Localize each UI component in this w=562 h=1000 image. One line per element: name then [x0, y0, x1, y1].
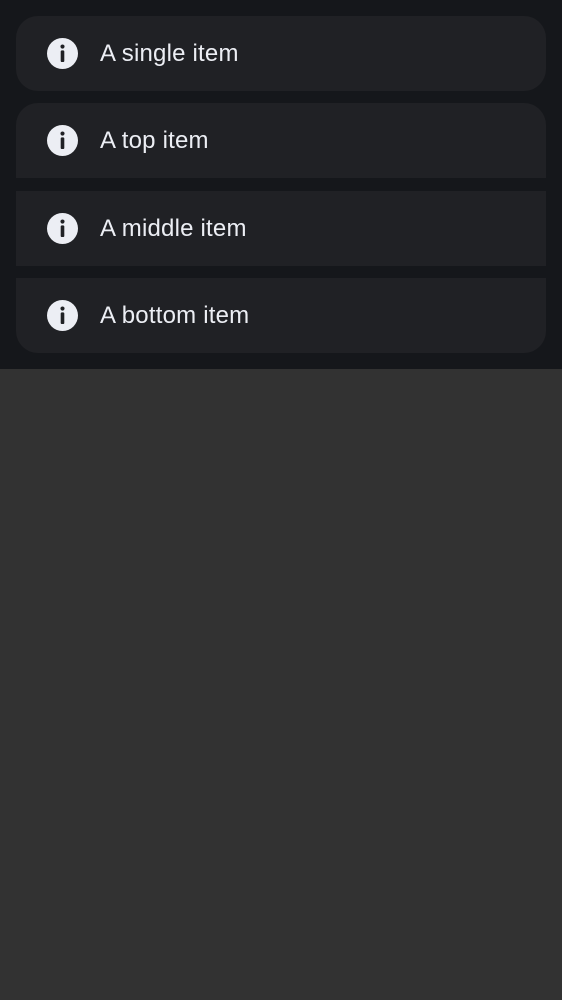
list-item-middle[interactable]: A middle item — [16, 191, 546, 266]
list-item-top[interactable]: A top item — [16, 103, 546, 178]
list-item-label: A top item — [100, 126, 209, 154]
info-icon — [47, 38, 78, 69]
info-icon — [47, 213, 78, 244]
list-item-label: A single item — [100, 39, 239, 67]
list-item-label: A middle item — [100, 214, 247, 242]
list-item-single[interactable]: A single item — [16, 16, 546, 91]
list-item-label: A bottom item — [100, 301, 250, 329]
list-panel: A single item A top item A middle item A… — [0, 0, 562, 369]
info-icon — [47, 125, 78, 156]
info-icon — [47, 300, 78, 331]
list-item-bottom[interactable]: A bottom item — [16, 278, 546, 353]
